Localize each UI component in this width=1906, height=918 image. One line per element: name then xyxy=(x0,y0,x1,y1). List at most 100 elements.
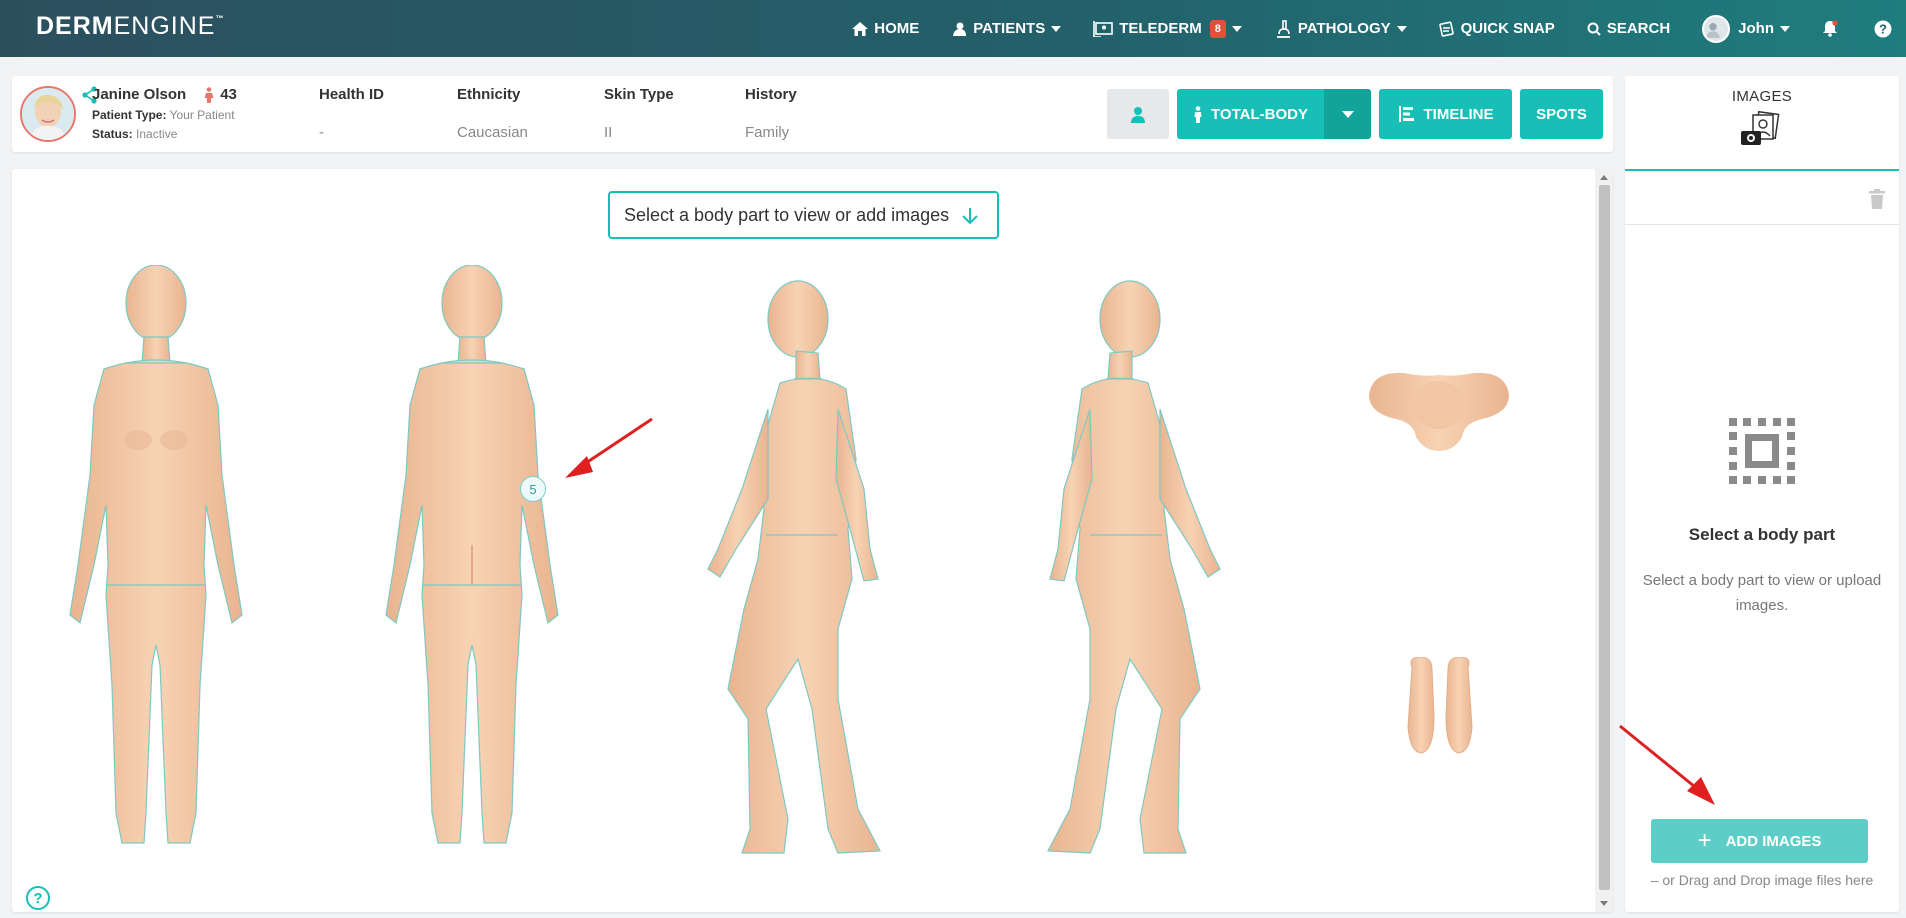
body-right-side-view[interactable] xyxy=(688,279,908,859)
patient-avatar[interactable] xyxy=(20,86,76,142)
add-images-label: ADD IMAGES xyxy=(1725,832,1822,850)
total-body-label: TOTAL-BODY xyxy=(1211,105,1308,123)
help-glyph: ? xyxy=(33,889,43,907)
arrow-down-icon xyxy=(962,208,978,225)
telederm-icon xyxy=(1093,20,1114,37)
nav-search-label: SEARCH xyxy=(1606,20,1671,37)
patient-profile-button[interactable] xyxy=(1107,89,1169,139)
person-icon xyxy=(1131,106,1145,123)
scroll-thumb[interactable] xyxy=(1599,185,1610,890)
spot-count: 5 xyxy=(529,481,537,497)
patient-status-row: Status: Inactive xyxy=(92,127,177,141)
field-ethnicity: Ethnicity Caucasian xyxy=(457,86,528,141)
scrollbar[interactable] xyxy=(1595,169,1613,912)
patient-header: Janine Olson 43 Patient Type: Your Patie… xyxy=(12,76,1613,152)
field-history: History Family xyxy=(745,86,797,141)
nav-pathology-label: PATHOLOGY xyxy=(1297,20,1391,37)
nav-telederm[interactable]: TELEDERM 8 xyxy=(1093,19,1242,38)
nav-pathology[interactable]: PATHOLOGY xyxy=(1274,19,1407,38)
add-images-button[interactable]: + ADD IMAGES xyxy=(1651,819,1868,863)
user-avatar xyxy=(1702,14,1731,43)
nav-telederm-label: TELEDERM xyxy=(1119,20,1202,37)
female-icon xyxy=(204,86,214,103)
select-region-icon xyxy=(1729,418,1795,484)
annotation-arrow-icon xyxy=(1619,724,1715,805)
snap-icon xyxy=(1438,20,1454,37)
timeline-button[interactable]: TIMELINE xyxy=(1379,89,1512,139)
body-back-view[interactable] xyxy=(372,265,572,845)
field-label: History xyxy=(745,86,797,103)
body-part-select-label: Select a body part to view or add images xyxy=(624,204,950,225)
chevron-down-icon xyxy=(1780,25,1790,32)
nav-search[interactable]: SEARCH xyxy=(1587,20,1670,37)
trash-icon[interactable] xyxy=(1869,189,1885,209)
sidebar-toolbar xyxy=(1625,173,1899,225)
field-label: Health ID xyxy=(319,86,385,103)
patient-type-value: Your Patient xyxy=(169,108,235,122)
field-health-id: Health ID - xyxy=(319,86,384,141)
help-icon: ? xyxy=(1874,20,1892,37)
nav-home[interactable]: HOME xyxy=(852,20,919,37)
annotation-arrow-icon xyxy=(565,417,653,478)
body-icon xyxy=(1194,105,1202,123)
user-name: John xyxy=(1738,20,1774,37)
field-value: Family xyxy=(745,124,790,141)
patient-status-label: Status: xyxy=(92,127,133,141)
drag-drop-hint: – or Drag and Drop image files here xyxy=(1650,872,1874,888)
patient-name-row: Janine Olson 43 xyxy=(92,86,237,103)
spot-count-badge[interactable]: 5 xyxy=(520,476,546,502)
body-left-side-view[interactable] xyxy=(1020,279,1240,859)
bell-icon xyxy=(1823,20,1838,37)
body-part-select[interactable]: Select a body part to view or add images xyxy=(608,191,999,239)
patient-type-label: Patient Type: xyxy=(92,108,167,122)
top-nav: DERMENGINE™ HOME PATIENTS TELEDERM 8 PAT… xyxy=(0,0,1906,57)
sidebar-empty-title: Select a body part xyxy=(1688,525,1836,544)
search-icon xyxy=(1587,22,1601,36)
field-value: Caucasian xyxy=(457,124,528,141)
notifications-button[interactable] xyxy=(1822,20,1844,37)
body-top-view[interactable] xyxy=(1364,365,1514,455)
field-label: Skin Type xyxy=(604,86,674,103)
help-button[interactable]: ? xyxy=(1874,20,1898,38)
patient-status-value: Inactive xyxy=(136,127,178,141)
patient-type-row: Patient Type: Your Patient xyxy=(92,108,235,122)
field-value: II xyxy=(604,124,613,141)
spots-label: SPOTS xyxy=(1536,105,1587,123)
total-body-dropdown-toggle[interactable] xyxy=(1324,89,1371,139)
field-value: - xyxy=(319,124,324,141)
spots-button[interactable]: SPOTS xyxy=(1520,89,1603,139)
nav-items: HOME PATIENTS TELEDERM 8 PATHOLOGY QUICK… xyxy=(852,0,1906,57)
images-icon xyxy=(1741,110,1780,145)
app-logo[interactable]: DERMENGINE™ xyxy=(36,12,224,41)
images-sidebar: IMAGES Select a body part Select a body … xyxy=(1619,76,1899,912)
body-map-panel: Select a body part to view or add images… xyxy=(12,169,1613,912)
chevron-down-icon xyxy=(1231,25,1242,32)
patient-name: Janine Olson xyxy=(92,86,187,103)
body-front-view[interactable] xyxy=(56,265,256,845)
help-icon[interactable]: ? xyxy=(26,886,50,910)
nav-patients-label: PATIENTS xyxy=(973,20,1046,37)
nav-home-label: HOME xyxy=(874,20,920,37)
scroll-up-icon[interactable] xyxy=(1600,175,1608,180)
tab-images[interactable]: IMAGES xyxy=(1625,76,1899,171)
tab-images-label: IMAGES xyxy=(1731,88,1793,105)
body-soles-view[interactable] xyxy=(1400,657,1480,757)
telederm-count-badge: 8 xyxy=(1209,19,1226,38)
chevron-down-icon xyxy=(1051,25,1062,32)
chevron-down-icon xyxy=(1396,25,1407,32)
sidebar-empty-description: Select a body part to view or upload ima… xyxy=(1642,572,1882,614)
total-body-button[interactable]: TOTAL-BODY xyxy=(1177,89,1324,139)
nav-quick-snap[interactable]: QUICK SNAP xyxy=(1438,20,1555,37)
field-skin-type: Skin Type II xyxy=(604,86,674,141)
timeline-label: TIMELINE xyxy=(1423,105,1494,123)
patients-icon xyxy=(953,22,967,36)
field-label: Ethnicity xyxy=(457,86,521,103)
patient-age: 43 xyxy=(220,86,237,103)
timeline-icon xyxy=(1398,106,1414,122)
help-glyph: ? xyxy=(1879,21,1887,36)
scroll-down-icon[interactable] xyxy=(1600,901,1608,906)
plus-icon: + xyxy=(1697,827,1712,854)
user-menu[interactable]: John xyxy=(1702,14,1790,43)
microscope-icon xyxy=(1276,19,1290,38)
nav-patients[interactable]: PATIENTS xyxy=(951,20,1062,37)
